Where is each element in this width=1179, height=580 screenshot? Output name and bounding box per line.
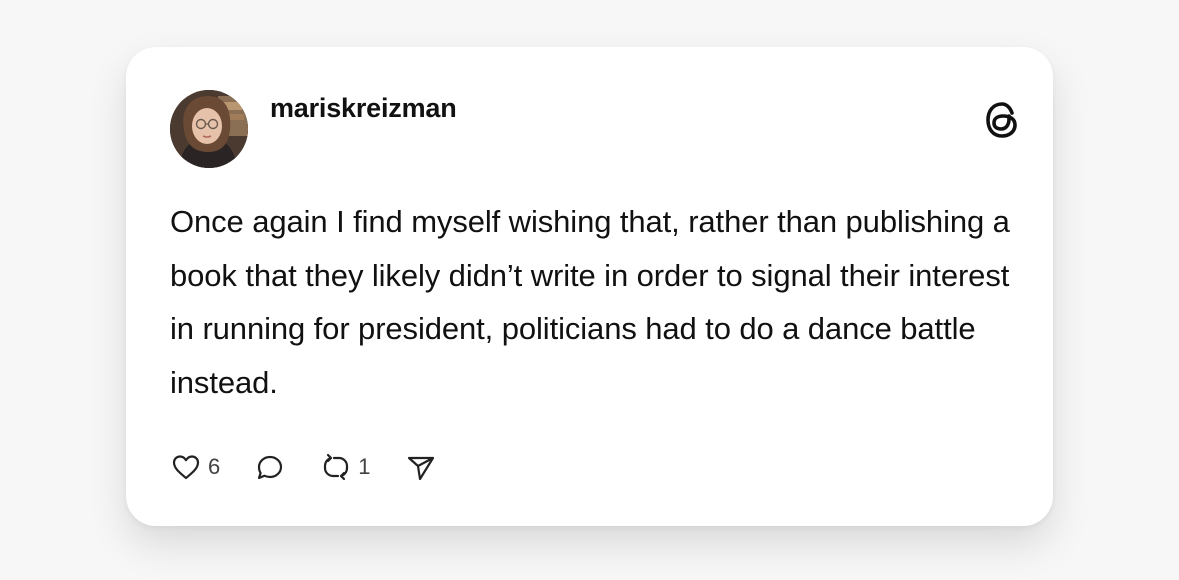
like-count: 6 [208, 454, 221, 479]
repost-count: 1 [358, 454, 371, 479]
post-text: Once again I find myself wishing that, r… [170, 204, 1010, 400]
avatar-image [170, 90, 248, 168]
post-actions: 6 1 [170, 450, 471, 484]
threads-post-card: mariskreizman Once again I find myself w… [126, 47, 1053, 526]
avatar[interactable] [170, 90, 248, 168]
heart-icon [172, 455, 200, 480]
repost-arrows-icon [324, 453, 349, 481]
send-icon [407, 456, 434, 481]
speech-bubble-icon [258, 455, 283, 480]
repost-button[interactable]: 1 [320, 451, 371, 483]
username[interactable]: mariskreizman [270, 93, 457, 124]
threads-logo-icon [986, 102, 1017, 138]
like-button[interactable]: 6 [170, 451, 220, 483]
share-button[interactable] [405, 451, 437, 483]
reply-button[interactable] [254, 451, 286, 483]
